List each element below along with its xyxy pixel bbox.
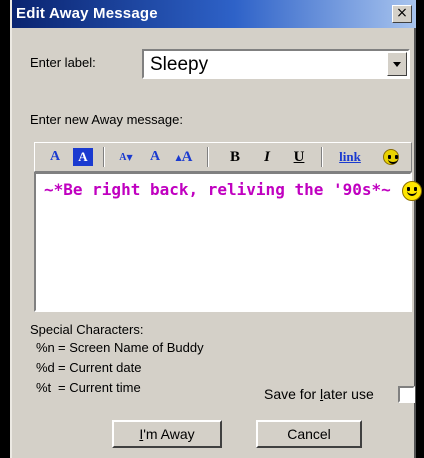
special-char-code: %t: [36, 380, 52, 395]
label-field-label: Enter label:: [30, 55, 96, 70]
larger-font-button[interactable]: ▲ A: [171, 146, 197, 168]
save-label-part: ater use: [323, 386, 374, 402]
special-char-code: %n: [36, 340, 55, 355]
away-message-text: ~*Be right back, reliving the '90s*~: [44, 180, 423, 201]
toolbar-separator: [207, 147, 209, 167]
label-combobox[interactable]: Sleepy: [142, 49, 410, 79]
special-char-meaning: = Current date: [58, 360, 142, 375]
text-color-button[interactable]: A: [45, 146, 65, 168]
edit-away-message-dialog: Edit Away Message × Enter label: Sleepy …: [10, 0, 423, 458]
toolbar-separator: [103, 147, 105, 167]
arrow-down-icon: ▼: [126, 152, 133, 162]
background-color-button[interactable]: A: [73, 148, 93, 166]
special-characters-heading: Special Characters:: [30, 322, 144, 337]
window-title: Edit Away Message: [16, 5, 158, 22]
bold-button[interactable]: B: [225, 146, 245, 168]
save-for-later-checkbox[interactable]: [398, 386, 415, 403]
smaller-font-label: A: [119, 151, 127, 163]
format-toolbar: A A A ▼ A ▲ A B I U link: [34, 142, 412, 172]
save-for-later-label[interactable]: Save for later use: [264, 386, 374, 402]
larger-font-label: A: [181, 148, 193, 165]
smaller-font-button[interactable]: A ▼: [115, 146, 137, 168]
italic-button[interactable]: I: [257, 146, 277, 168]
special-char-code: %d: [36, 360, 55, 375]
cancel-button[interactable]: Cancel: [256, 420, 362, 448]
chevron-down-icon[interactable]: [387, 52, 407, 76]
away-button-label: 'm Away: [143, 426, 195, 442]
save-label-part: Save for: [264, 386, 321, 402]
message-editor[interactable]: ~*Be right back, reliving the '90s*~: [34, 172, 423, 312]
smiley-icon: [402, 180, 423, 201]
link-button[interactable]: link: [333, 146, 367, 168]
label-combobox-value: Sleepy: [150, 54, 209, 75]
toolbar-separator: [321, 147, 323, 167]
im-away-button[interactable]: I'm Away: [112, 420, 222, 448]
underline-button[interactable]: U: [289, 146, 309, 168]
special-char-meaning: = Screen Name of Buddy: [58, 340, 204, 355]
special-char-meaning: = Current time: [58, 380, 141, 395]
normal-font-button[interactable]: A: [145, 146, 165, 168]
close-button[interactable]: ×: [392, 5, 412, 23]
title-bar[interactable]: Edit Away Message ×: [12, 0, 416, 28]
insert-smiley-button[interactable]: [379, 146, 401, 168]
message-label: Enter new Away message:: [30, 112, 183, 127]
away-message-content: ~*Be right back, reliving the '90s*~: [44, 180, 391, 199]
smiley-icon: [383, 149, 399, 165]
